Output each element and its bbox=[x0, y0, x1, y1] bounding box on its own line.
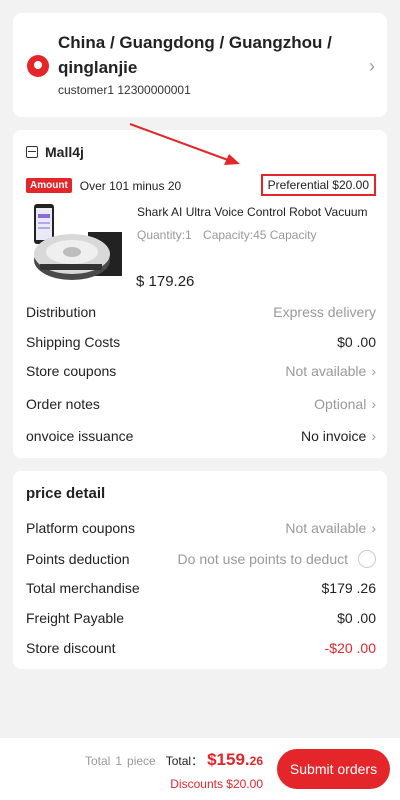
row-value-wrap: Optional › bbox=[314, 396, 376, 412]
total-merchandise-row: Total merchandise $179 .26 bbox=[26, 580, 376, 596]
points-deduction-row: Points deduction Do not use points to de… bbox=[26, 550, 376, 568]
row-value-wrap: Do not use points to deduct bbox=[178, 550, 376, 568]
location-pin-icon bbox=[27, 55, 49, 77]
preferential-amount: Preferential $20.00 bbox=[260, 174, 376, 196]
row-label: Freight Payable bbox=[26, 610, 125, 626]
product-price: $ 179.26 bbox=[136, 273, 195, 290]
row-label: Distribution bbox=[26, 304, 97, 320]
price-detail-title: price detail bbox=[26, 485, 106, 502]
points-radio-icon[interactable] bbox=[358, 550, 376, 568]
store-coupons-row[interactable]: Store coupons Not available › bbox=[26, 363, 376, 379]
order-notes-row[interactable]: Order notes Optional › bbox=[26, 396, 376, 412]
shop-name: Mall4j bbox=[45, 144, 84, 160]
address-contact: customer1 12300000001 bbox=[58, 83, 191, 97]
submit-orders-button[interactable]: Submit orders bbox=[277, 749, 390, 789]
row-value: $179 .26 bbox=[321, 580, 377, 596]
product-quantity: Quantity:1 bbox=[137, 228, 192, 242]
checkout-bar: Total 1 piece Total： $159.26 Discounts $… bbox=[0, 738, 400, 800]
row-label: onvoice issuance bbox=[26, 428, 134, 444]
store-discount-row: Store discount -$20 .00 bbox=[26, 640, 376, 656]
row-value: Not available bbox=[285, 363, 367, 379]
platform-coupons-row[interactable]: Platform coupons Not available › bbox=[26, 520, 376, 536]
row-value: Express delivery bbox=[273, 304, 376, 320]
shipping-costs-row: Shipping Costs $0 .00 bbox=[26, 334, 376, 350]
item-count: 1 bbox=[115, 754, 123, 768]
row-value-wrap: Not available › bbox=[285, 363, 376, 379]
total-label: Total： bbox=[165, 754, 204, 768]
row-label: Store discount bbox=[26, 640, 116, 656]
total-amount-cents: 26 bbox=[249, 754, 263, 768]
invoice-row[interactable]: onvoice issuance No invoice › bbox=[26, 428, 376, 444]
promotion: Amount Over 101 minus 20 bbox=[26, 178, 181, 193]
price-detail-card: price detail Platform coupons Not availa… bbox=[13, 471, 387, 669]
product-name[interactable]: Shark AI Ultra Voice Control Robot Vacuu… bbox=[137, 205, 375, 219]
chevron-right-icon: › bbox=[369, 56, 375, 76]
row-value-wrap: Not available › bbox=[285, 520, 376, 536]
address-card[interactable]: China / Guangdong / Guangzhou / qinglanj… bbox=[13, 13, 387, 117]
address-region: China / Guangdong / Guangzhou / qinglanj… bbox=[58, 33, 332, 77]
chevron-right-icon: › bbox=[371, 520, 376, 536]
chevron-right-icon: › bbox=[371, 363, 376, 379]
row-value: Not available bbox=[285, 520, 367, 536]
row-label: Platform coupons bbox=[26, 520, 135, 536]
product-image[interactable] bbox=[26, 202, 124, 290]
promo-badge: Amount bbox=[26, 178, 72, 193]
total-count-label: Total bbox=[85, 754, 111, 768]
distribution-row: Distribution Express delivery bbox=[26, 304, 376, 320]
row-value: $0 .00 bbox=[337, 334, 376, 350]
freight-payable-row: Freight Payable $0 .00 bbox=[26, 610, 376, 626]
row-label: Points deduction bbox=[26, 551, 130, 567]
shop-icon bbox=[26, 146, 38, 158]
product-capacity: Capacity:45 Capacity bbox=[203, 228, 317, 242]
total-summary: Total 1 piece Total： $159.26 bbox=[85, 750, 263, 770]
item-unit: piece bbox=[127, 754, 156, 768]
shop-header[interactable]: Mall4j bbox=[26, 144, 84, 160]
chevron-right-icon: › bbox=[371, 428, 376, 444]
row-label: Store coupons bbox=[26, 363, 117, 379]
row-value: -$20 .00 bbox=[324, 640, 376, 656]
row-label: Shipping Costs bbox=[26, 334, 121, 350]
order-notes-input[interactable]: Optional bbox=[314, 396, 366, 412]
chevron-right-icon: › bbox=[371, 396, 376, 412]
row-label: Total merchandise bbox=[26, 580, 140, 596]
row-value-wrap: No invoice › bbox=[301, 428, 376, 444]
product-spec: Quantity:1 Capacity:45 Capacity bbox=[137, 228, 316, 242]
total-amount: $159.26 bbox=[207, 750, 263, 770]
row-value: No invoice bbox=[300, 428, 367, 444]
total-amount-main: $159. bbox=[207, 750, 250, 769]
discounts-text: Discounts $20.00 bbox=[170, 777, 263, 791]
row-value: Do not use points to deduct bbox=[177, 551, 348, 567]
row-label: Order notes bbox=[26, 396, 100, 412]
order-card: Mall4j Amount Over 101 minus 20 Preferen… bbox=[13, 130, 387, 458]
row-value: $0 .00 bbox=[337, 610, 376, 626]
promo-text: Over 101 minus 20 bbox=[79, 178, 182, 193]
